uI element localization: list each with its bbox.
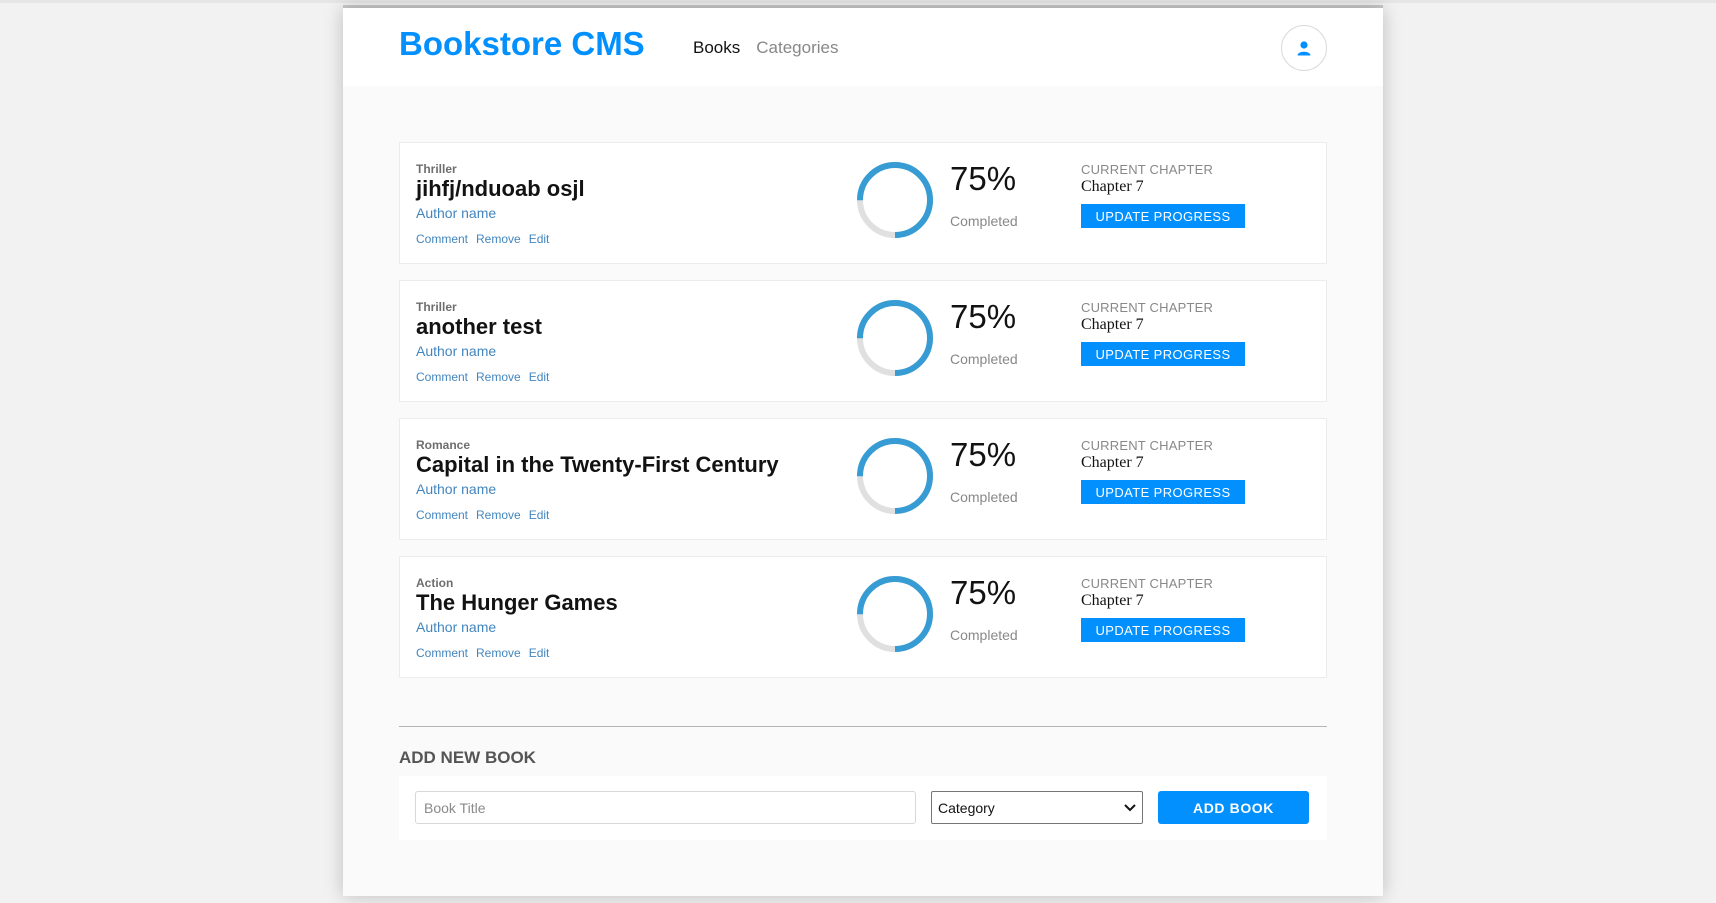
current-chapter: Chapter 7 (1081, 592, 1144, 609)
chevron-down-icon (1124, 803, 1136, 811)
main-nav: Books Categories (693, 38, 838, 58)
category-select[interactable]: Category (931, 791, 1143, 824)
remove-button[interactable]: Remove (476, 508, 521, 522)
book-title: Capital in the Twenty-First Century (416, 452, 779, 477)
completed-label: Completed (950, 489, 1018, 505)
current-chapter: Chapter 7 (1081, 454, 1144, 471)
edit-button[interactable]: Edit (529, 646, 550, 660)
comment-button[interactable]: Comment (416, 646, 468, 660)
progress-percent: 75% (950, 436, 1017, 473)
section-divider (399, 726, 1327, 727)
progress-ring (857, 162, 933, 238)
remove-button[interactable]: Remove (476, 370, 521, 384)
add-book-button[interactable]: ADD BOOK (1158, 791, 1309, 824)
comment-button[interactable]: Comment (416, 508, 468, 522)
book-title: another test (416, 314, 542, 339)
add-book-heading: ADD NEW BOOK (399, 748, 536, 767)
book-title-input[interactable] (415, 791, 916, 824)
book-genre: Thriller (416, 162, 457, 176)
edit-button[interactable]: Edit (529, 508, 550, 522)
page-container: Bookstore CMS Books Categories Thriller … (343, 8, 1383, 896)
completed-label: Completed (950, 627, 1018, 643)
book-list: Thriller jihfj/nduoab osjl Author name C… (399, 142, 1327, 694)
category-select-value: Category (938, 799, 995, 816)
browser-top-border (0, 0, 1716, 3)
current-chapter-label: CURRENT CHAPTER (1081, 438, 1214, 453)
update-progress-button[interactable]: UPDATE PROGRESS (1081, 480, 1245, 504)
current-chapter-label: CURRENT CHAPTER (1081, 576, 1214, 591)
comment-button[interactable]: Comment (416, 370, 468, 384)
remove-button[interactable]: Remove (476, 232, 521, 246)
completed-label: Completed (950, 351, 1018, 367)
current-chapter-label: CURRENT CHAPTER (1081, 162, 1214, 177)
book-actions: Comment Remove Edit (416, 232, 549, 246)
user-avatar-button[interactable] (1281, 25, 1327, 71)
book-author[interactable]: Author name (416, 481, 496, 497)
book-card: Thriller jihfj/nduoab osjl Author name C… (399, 142, 1327, 264)
user-icon (1297, 41, 1311, 56)
update-progress-button[interactable]: UPDATE PROGRESS (1081, 342, 1245, 366)
book-title: jihfj/nduoab osjl (416, 176, 585, 201)
book-genre: Action (416, 576, 454, 590)
book-genre: Romance (416, 438, 471, 452)
completed-label: Completed (950, 213, 1018, 229)
current-chapter: Chapter 7 (1081, 178, 1144, 195)
book-actions: Comment Remove Edit (416, 508, 549, 522)
book-author[interactable]: Author name (416, 205, 496, 221)
book-card: Action The Hunger Games Author name Comm… (399, 556, 1327, 678)
book-author[interactable]: Author name (416, 619, 496, 635)
progress-ring (857, 438, 933, 514)
header: Bookstore CMS Books Categories (343, 8, 1383, 86)
update-progress-button[interactable]: UPDATE PROGRESS (1081, 618, 1245, 642)
progress-percent: 75% (950, 574, 1017, 611)
book-genre: Thriller (416, 300, 457, 314)
progress-ring (857, 576, 933, 652)
nav-categories-link[interactable]: Categories (756, 38, 838, 58)
book-actions: Comment Remove Edit (416, 646, 549, 660)
book-title: The Hunger Games (416, 590, 618, 615)
remove-button[interactable]: Remove (476, 646, 521, 660)
book-author[interactable]: Author name (416, 343, 496, 359)
edit-button[interactable]: Edit (529, 232, 550, 246)
progress-ring (857, 300, 933, 376)
current-chapter: Chapter 7 (1081, 316, 1144, 333)
book-actions: Comment Remove Edit (416, 370, 549, 384)
book-card: Romance Capital in the Twenty-First Cent… (399, 418, 1327, 540)
current-chapter-label: CURRENT CHAPTER (1081, 300, 1214, 315)
book-card: Thriller another test Author name Commen… (399, 280, 1327, 402)
progress-percent: 75% (950, 298, 1017, 335)
update-progress-button[interactable]: UPDATE PROGRESS (1081, 204, 1245, 228)
progress-percent: 75% (950, 160, 1017, 197)
add-book-form: Category ADD BOOK (399, 776, 1327, 840)
comment-button[interactable]: Comment (416, 232, 468, 246)
nav-books-link[interactable]: Books (693, 38, 740, 58)
edit-button[interactable]: Edit (529, 370, 550, 384)
logo[interactable]: Bookstore CMS (399, 25, 645, 63)
